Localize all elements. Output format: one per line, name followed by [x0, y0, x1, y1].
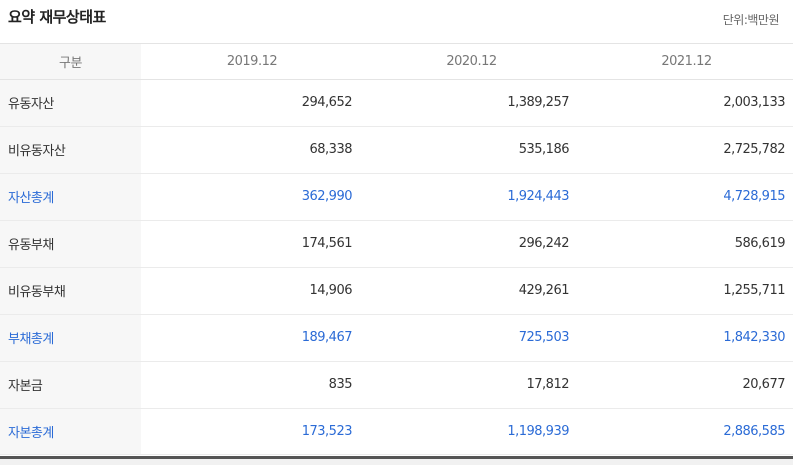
- row-label: 자본금: [0, 361, 141, 409]
- cell-value: 835: [141, 361, 363, 409]
- section-title: 요약 재무상태표: [8, 8, 106, 26]
- cell-value: 429,261: [363, 267, 580, 315]
- balance-sheet-table: 구분 2019.12 2020.12 2021.12 유동자산 294,652 …: [0, 44, 793, 455]
- cell-value: 296,242: [363, 220, 580, 268]
- table-header-row: 구분 2019.12 2020.12 2021.12: [0, 44, 793, 80]
- cell-value: 189,467: [141, 314, 363, 362]
- cell-value: 174,561: [141, 220, 363, 268]
- column-header-2019: 2019.12: [141, 44, 363, 80]
- cell-value: 586,619: [580, 220, 793, 268]
- cell-value: 535,186: [363, 126, 580, 174]
- cell-value: 1,389,257: [363, 79, 580, 127]
- cell-value: 1,198,939: [363, 408, 580, 455]
- footer-background: [0, 459, 793, 465]
- cell-value: 17,812: [363, 361, 580, 409]
- cell-value: 4,728,915: [580, 173, 793, 221]
- row-label: 부채총계: [0, 314, 141, 362]
- row-label: 자산총계: [0, 173, 141, 221]
- cell-value: 1,842,330: [580, 314, 793, 362]
- cell-value: 14,906: [141, 267, 363, 315]
- cell-value: 1,255,711: [580, 267, 793, 315]
- column-header-2020: 2020.12: [363, 44, 580, 80]
- cell-value: 2,886,585: [580, 408, 793, 455]
- row-label: 비유동부채: [0, 267, 141, 315]
- table-row: 유동자산 294,652 1,389,257 2,003,133: [0, 79, 793, 127]
- cell-value: 68,338: [141, 126, 363, 174]
- row-label: 비유동자산: [0, 126, 141, 174]
- table-row: 비유동부채 14,906 429,261 1,255,711: [0, 267, 793, 315]
- section-header: 요약 재무상태표 단위:백만원: [0, 0, 793, 44]
- cell-value: 362,990: [141, 173, 363, 221]
- row-label: 유동자산: [0, 79, 141, 127]
- column-header-category: 구분: [0, 44, 141, 80]
- cell-value: 294,652: [141, 79, 363, 127]
- table-row: 자본금 835 17,812 20,677: [0, 361, 793, 409]
- cell-value: 2,003,133: [580, 79, 793, 127]
- unit-label: 단위:백만원: [722, 13, 780, 27]
- table-row-total: 자본총계 173,523 1,198,939 2,886,585: [0, 408, 793, 455]
- column-header-2021: 2021.12: [580, 44, 793, 80]
- table-row-total: 자산총계 362,990 1,924,443 4,728,915: [0, 173, 793, 221]
- cell-value: 20,677: [580, 361, 793, 409]
- table-row: 비유동자산 68,338 535,186 2,725,782: [0, 126, 793, 174]
- cell-value: 725,503: [363, 314, 580, 362]
- row-label: 유동부채: [0, 220, 141, 268]
- cell-value: 1,924,443: [363, 173, 580, 221]
- cell-value: 2,725,782: [580, 126, 793, 174]
- table-row-total: 부채총계 189,467 725,503 1,842,330: [0, 314, 793, 362]
- table-row: 유동부채 174,561 296,242 586,619: [0, 220, 793, 268]
- row-label: 자본총계: [0, 408, 141, 455]
- cell-value: 173,523: [141, 408, 363, 455]
